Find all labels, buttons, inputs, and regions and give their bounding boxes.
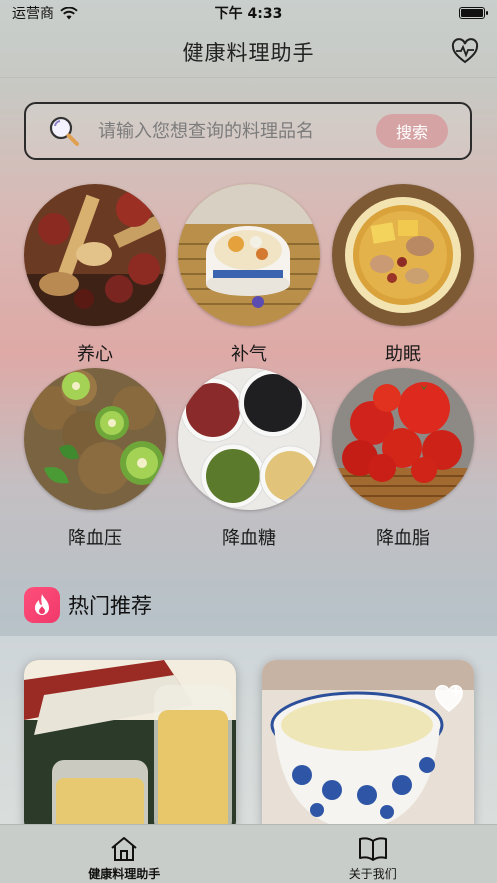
hot-section-title: 热门推荐 bbox=[68, 594, 152, 618]
tab-about[interactable]: 关于我们 bbox=[249, 825, 497, 883]
category-label: 助眠 bbox=[385, 344, 421, 365]
carrier-group: 运营商 bbox=[12, 3, 78, 23]
tab-label: 关于我们 bbox=[348, 867, 397, 881]
honey-jars-image bbox=[24, 660, 236, 835]
navigation-bar: 健康料理助手 bbox=[0, 26, 497, 78]
herbal-ingredients-image bbox=[24, 184, 166, 326]
heart-pulse-icon[interactable] bbox=[451, 38, 479, 64]
recommendation-card[interactable] bbox=[262, 660, 474, 835]
tab-bar: 健康料理助手 关于我们 bbox=[0, 824, 497, 883]
category-label: 补气 bbox=[231, 344, 267, 365]
category-label: 养心 bbox=[77, 344, 113, 365]
category-yangxin[interactable]: 养心 bbox=[24, 184, 166, 366]
search-input[interactable] bbox=[98, 120, 376, 142]
category-label: 降血脂 bbox=[376, 528, 430, 549]
carrier-label: 运营商 bbox=[12, 6, 54, 22]
category-jiangxuetang[interactable]: 降血糖 bbox=[178, 368, 320, 550]
category-label: 降血压 bbox=[68, 528, 122, 549]
home-icon bbox=[111, 837, 137, 861]
category-zhumian[interactable]: 助眠 bbox=[332, 184, 474, 366]
tonic-soup-image bbox=[178, 184, 320, 326]
fire-icon bbox=[24, 587, 60, 623]
page-title: 健康料理助手 bbox=[182, 40, 315, 65]
category-buqi[interactable]: 补气 bbox=[178, 184, 320, 366]
category-jiangxueya[interactable]: 降血压 bbox=[24, 368, 166, 550]
stew-bowl-image bbox=[332, 184, 474, 326]
book-icon bbox=[358, 837, 387, 861]
assorted-beans-image bbox=[178, 368, 320, 510]
category-label: 降血糖 bbox=[222, 528, 276, 549]
search-button[interactable]: 搜索 bbox=[376, 114, 448, 148]
search-bar: 搜索 bbox=[24, 102, 472, 160]
recommendation-card[interactable] bbox=[24, 660, 236, 835]
kiwi-fruits-image bbox=[24, 368, 166, 510]
search-icon bbox=[49, 116, 79, 146]
tab-label: 健康料理助手 bbox=[88, 867, 161, 881]
wifi-icon bbox=[60, 6, 78, 19]
hot-section-header: 热门推荐 bbox=[24, 586, 152, 624]
battery-icon bbox=[459, 7, 488, 19]
status-bar: 运营商 下午 4:33 bbox=[0, 0, 497, 26]
category-jiangxuezhi[interactable]: 降血脂 bbox=[332, 368, 474, 550]
tomatoes-basket-image bbox=[332, 368, 474, 510]
status-time: 下午 4:33 bbox=[214, 6, 283, 22]
heart-plus-icon[interactable] bbox=[434, 684, 464, 714]
tab-home[interactable]: 健康料理助手 bbox=[0, 825, 249, 883]
